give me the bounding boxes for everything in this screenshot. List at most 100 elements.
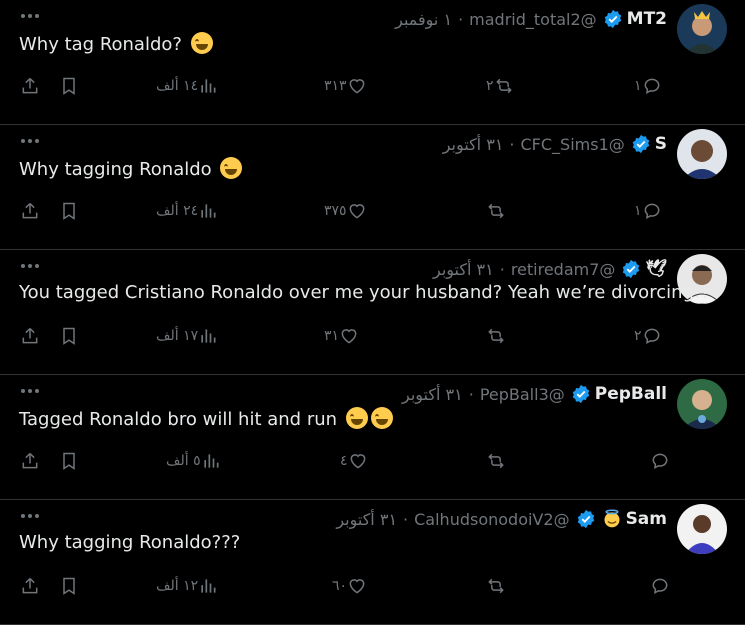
tweet-date[interactable]: ٣١ أكتوبر (433, 260, 494, 279)
reply-count: ١ (634, 203, 642, 219)
bookmark-button[interactable] (59, 74, 79, 98)
verified-badge-icon (632, 134, 649, 154)
tears-of-joy-emoji-icon (370, 407, 393, 429)
bookmark-button[interactable] (59, 324, 79, 348)
retweet-button[interactable]: ٢ (480, 74, 514, 98)
separator: · (403, 509, 409, 529)
heart-icon (349, 579, 365, 594)
verified-badge-icon (623, 259, 640, 279)
author-name[interactable]: PepBall (595, 384, 667, 404)
tweet-text: Why tagging Ronaldo (19, 157, 243, 180)
views-button[interactable]: ٥ ألف (160, 449, 221, 473)
tweet[interactable]: S @CFC_Sims1 · ٣١ أكتوبر Why tagging Ron… (0, 125, 745, 250)
like-count: ٣١٣ (324, 78, 347, 94)
tweet-actions: ١٧ ألف ٣١ ٢ (0, 324, 745, 348)
author-name[interactable]: Sam (626, 509, 667, 529)
tweet-text: Why tag Ronaldo? (19, 32, 213, 55)
views-icon (201, 79, 216, 93)
like-count: ٦٠ (332, 578, 348, 594)
tweet-date[interactable]: ٣١ أكتوبر (443, 135, 504, 154)
heart-icon (349, 204, 364, 219)
verified-badge-icon (572, 384, 589, 404)
tweet-actions: ١٢ ألف ٦٠ (0, 574, 745, 598)
like-count: ٣١ (324, 328, 340, 344)
bookmark-button[interactable] (59, 574, 79, 598)
tweet-actions: ٥ ألف ٤ (0, 449, 745, 473)
reply-button[interactable]: ١ (628, 74, 662, 98)
bookmark-icon (63, 452, 75, 470)
reply-icon (644, 78, 659, 95)
views-count: ١٢ ألف (156, 578, 199, 594)
retweet-button[interactable] (480, 324, 506, 348)
tweet-text-content: Why tag Ronaldo? (19, 34, 182, 55)
share-button[interactable] (20, 449, 40, 473)
author-handle[interactable]: @retiredam7 (511, 260, 616, 279)
more-options-icon[interactable] (21, 14, 43, 20)
like-button[interactable]: ٣١ (318, 324, 359, 348)
more-options-icon[interactable] (21, 264, 43, 270)
retweet-button[interactable] (480, 574, 506, 598)
avatar[interactable] (677, 504, 727, 554)
share-icon (22, 452, 38, 469)
reply-icon (652, 578, 668, 595)
like-button[interactable]: ٣٧٥ (318, 199, 367, 223)
reply-icon (652, 453, 668, 470)
tweet-text: Tagged Ronaldo bro will hit and run (19, 407, 393, 430)
like-button[interactable]: ٦٠ (326, 574, 367, 598)
author-name[interactable]: S (655, 134, 667, 154)
views-count: ٢٤ ألف (156, 203, 199, 219)
retweet-button[interactable] (480, 449, 506, 473)
author-name[interactable]: MT2 (627, 9, 667, 29)
avatar[interactable] (677, 4, 727, 54)
views-button[interactable]: ١٢ ألف (150, 574, 218, 598)
more-options-icon[interactable] (21, 514, 43, 520)
like-button[interactable]: ٤ (334, 449, 368, 473)
share-button[interactable] (20, 574, 40, 598)
share-icon (22, 327, 38, 344)
views-button[interactable]: ١٧ ألف (150, 324, 218, 348)
share-button[interactable] (20, 74, 40, 98)
tweet[interactable]: 🕊 @retiredam7 · ٣١ أكتوبر You tagged Cri… (0, 250, 745, 375)
tweet[interactable]: MT2 @madrid_total2 · ١ نوفمبر Why tag Ro… (0, 0, 745, 125)
more-options-icon[interactable] (21, 389, 43, 395)
retweet-icon (488, 328, 504, 344)
verified-badge-icon (604, 9, 621, 29)
tweet[interactable]: PepBall @PepBall3 · ٣١ أكتوبر Tagged Ron… (0, 375, 745, 500)
bookmark-button[interactable] (59, 449, 79, 473)
bookmark-icon (63, 327, 75, 345)
loudly-crying-emoji-icon (220, 157, 243, 179)
like-count: ٣٧٥ (324, 203, 347, 219)
author-handle[interactable]: @CFC_Sims1 (521, 135, 625, 154)
retweet-icon (488, 578, 504, 594)
tweet-date[interactable]: ٣١ أكتوبر (336, 510, 397, 529)
views-icon (203, 454, 219, 468)
author-handle[interactable]: @PepBall3 (480, 385, 565, 404)
author-name[interactable]: 🕊 (645, 259, 667, 279)
views-count: ١٤ ألف (156, 78, 199, 94)
avatar[interactable] (677, 379, 727, 429)
reply-button[interactable]: ١ (628, 199, 662, 223)
views-count: ٥ ألف (166, 453, 201, 469)
avatar[interactable] (677, 129, 727, 179)
tweet-date[interactable]: ١ نوفمبر (395, 10, 452, 29)
views-button[interactable]: ٢٤ ألف (150, 199, 218, 223)
author-handle[interactable]: @madrid_total2 (469, 10, 597, 29)
reply-button[interactable] (644, 449, 670, 473)
share-button[interactable] (20, 324, 40, 348)
tweet-date[interactable]: ٣١ أكتوبر (402, 385, 463, 404)
bookmark-button[interactable] (59, 199, 79, 223)
tweet[interactable]: Sam @CalhudsonodoiV2 · ٣١ أكتوبر Why tag… (0, 500, 745, 625)
retweet-button[interactable] (480, 199, 506, 223)
views-count: ١٧ ألف (156, 328, 199, 344)
share-button[interactable] (20, 199, 40, 223)
more-options-icon[interactable] (21, 139, 43, 145)
tweet-actions: ١٤ ألف ٣١٣ ٢ ١ (0, 74, 745, 98)
heart-icon (349, 79, 364, 94)
views-button[interactable]: ١٤ ألف (150, 74, 218, 98)
views-icon (201, 329, 216, 343)
halo-smile-emoji-icon (604, 509, 620, 528)
reply-button[interactable]: ٢ (628, 324, 662, 348)
author-handle[interactable]: @CalhudsonodoiV2 (414, 510, 569, 529)
reply-button[interactable] (644, 574, 670, 598)
like-button[interactable]: ٣١٣ (318, 74, 367, 98)
